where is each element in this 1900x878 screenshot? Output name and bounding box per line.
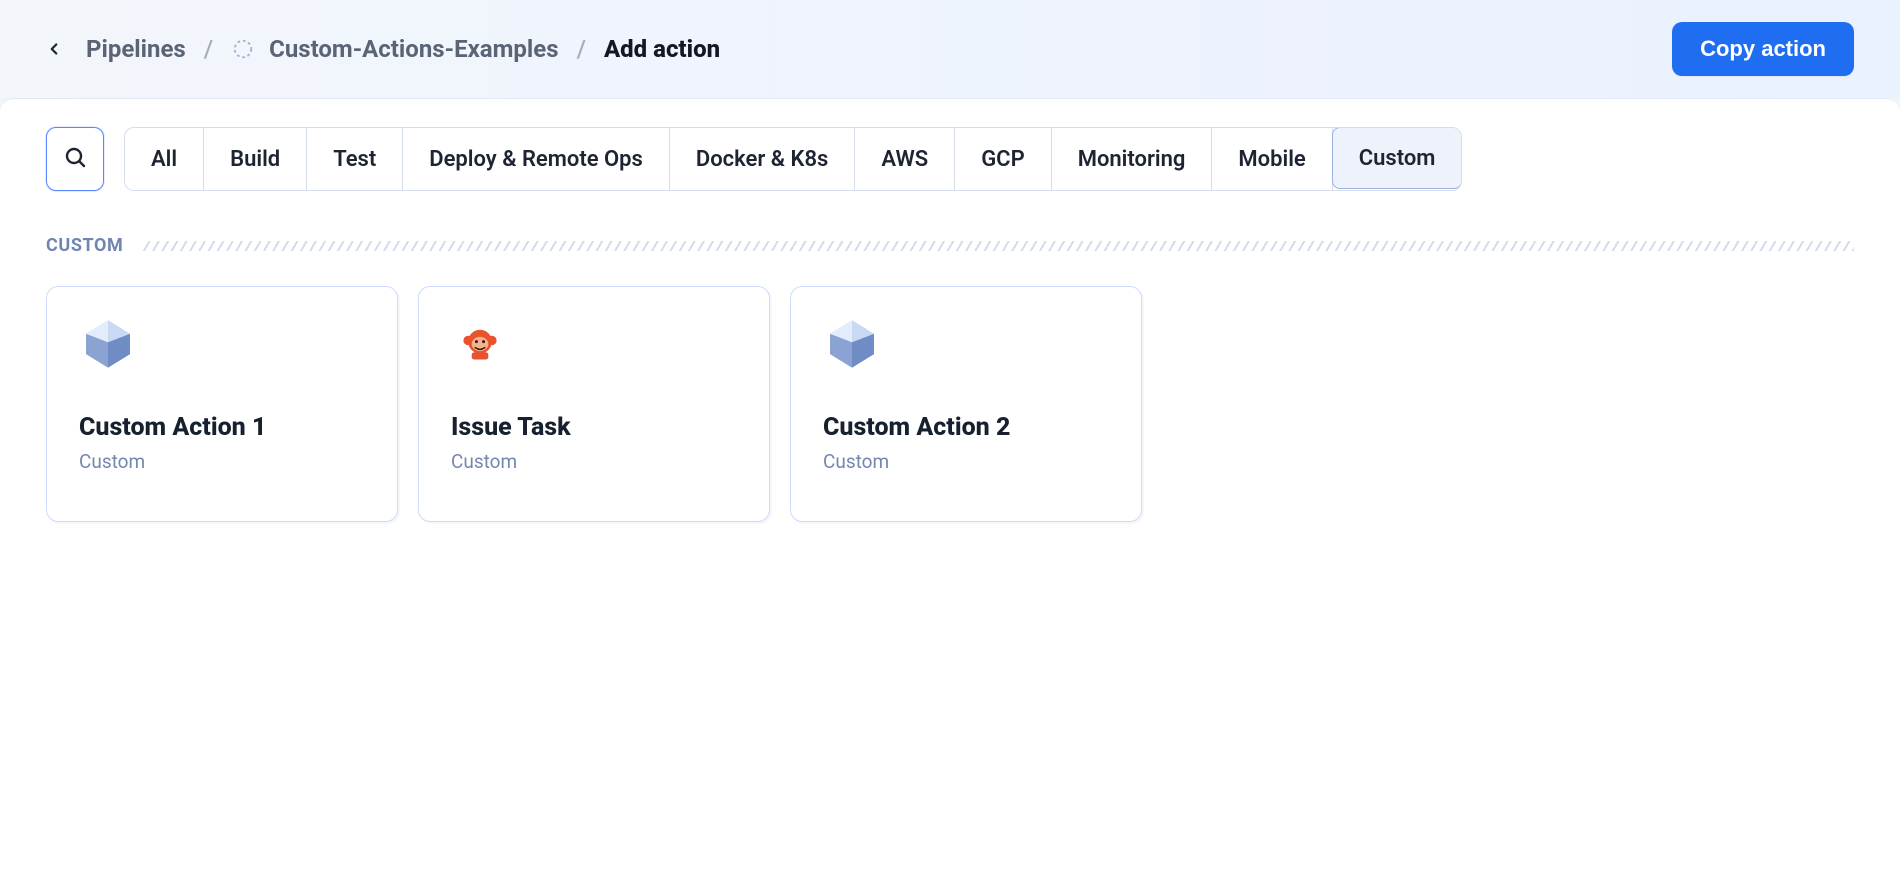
breadcrumb-root[interactable]: Pipelines xyxy=(86,35,186,63)
card-subtitle: Custom xyxy=(823,450,1109,473)
tab-mobile[interactable]: Mobile xyxy=(1212,128,1332,190)
action-card[interactable]: Issue Task Custom xyxy=(418,286,770,522)
tab-monitoring[interactable]: Monitoring xyxy=(1052,128,1213,190)
search-button[interactable] xyxy=(46,127,104,191)
tab-test[interactable]: Test xyxy=(307,128,403,190)
pipeline-icon xyxy=(231,37,255,61)
tab-custom[interactable]: Custom xyxy=(1332,127,1463,189)
category-tabs: All Build Test Deploy & Remote Ops Docke… xyxy=(124,127,1462,191)
tab-build[interactable]: Build xyxy=(204,128,307,190)
tab-aws[interactable]: AWS xyxy=(855,128,955,190)
breadcrumb-sep: / xyxy=(204,35,213,63)
breadcrumb-sep: / xyxy=(577,35,586,63)
tab-deploy[interactable]: Deploy & Remote Ops xyxy=(403,128,670,190)
breadcrumb-current: Add action xyxy=(604,35,720,63)
card-subtitle: Custom xyxy=(451,450,737,473)
breadcrumb-project[interactable]: Custom-Actions-Examples xyxy=(269,35,558,63)
monkey-icon xyxy=(451,315,509,373)
back-icon[interactable] xyxy=(40,35,68,63)
card-title: Custom Action 2 xyxy=(823,413,1109,442)
search-icon xyxy=(63,145,87,173)
polyhedron-icon xyxy=(823,315,881,373)
copy-action-button[interactable]: Copy action xyxy=(1672,22,1854,76)
card-title: Issue Task xyxy=(451,413,737,442)
card-title: Custom Action 1 xyxy=(79,413,365,442)
tab-all[interactable]: All xyxy=(125,128,204,190)
polyhedron-icon xyxy=(79,315,137,373)
action-card[interactable]: Custom Action 2 Custom xyxy=(790,286,1142,522)
tab-docker[interactable]: Docker & K8s xyxy=(670,128,855,190)
action-card[interactable]: Custom Action 1 Custom xyxy=(46,286,398,522)
cards-grid: Custom Action 1 Custom Issue Task Custom xyxy=(46,286,1854,522)
main-panel: All Build Test Deploy & Remote Ops Docke… xyxy=(0,98,1900,878)
header: Pipelines / Custom-Actions-Examples / Ad… xyxy=(0,0,1900,98)
tab-gcp[interactable]: GCP xyxy=(955,128,1052,190)
card-subtitle: Custom xyxy=(79,450,365,473)
section-header: CUSTOM xyxy=(46,235,1854,256)
breadcrumb: Pipelines / Custom-Actions-Examples / Ad… xyxy=(40,35,720,63)
section-title: CUSTOM xyxy=(46,235,123,256)
section-divider xyxy=(141,241,1854,251)
tabs-row: All Build Test Deploy & Remote Ops Docke… xyxy=(46,127,1854,191)
